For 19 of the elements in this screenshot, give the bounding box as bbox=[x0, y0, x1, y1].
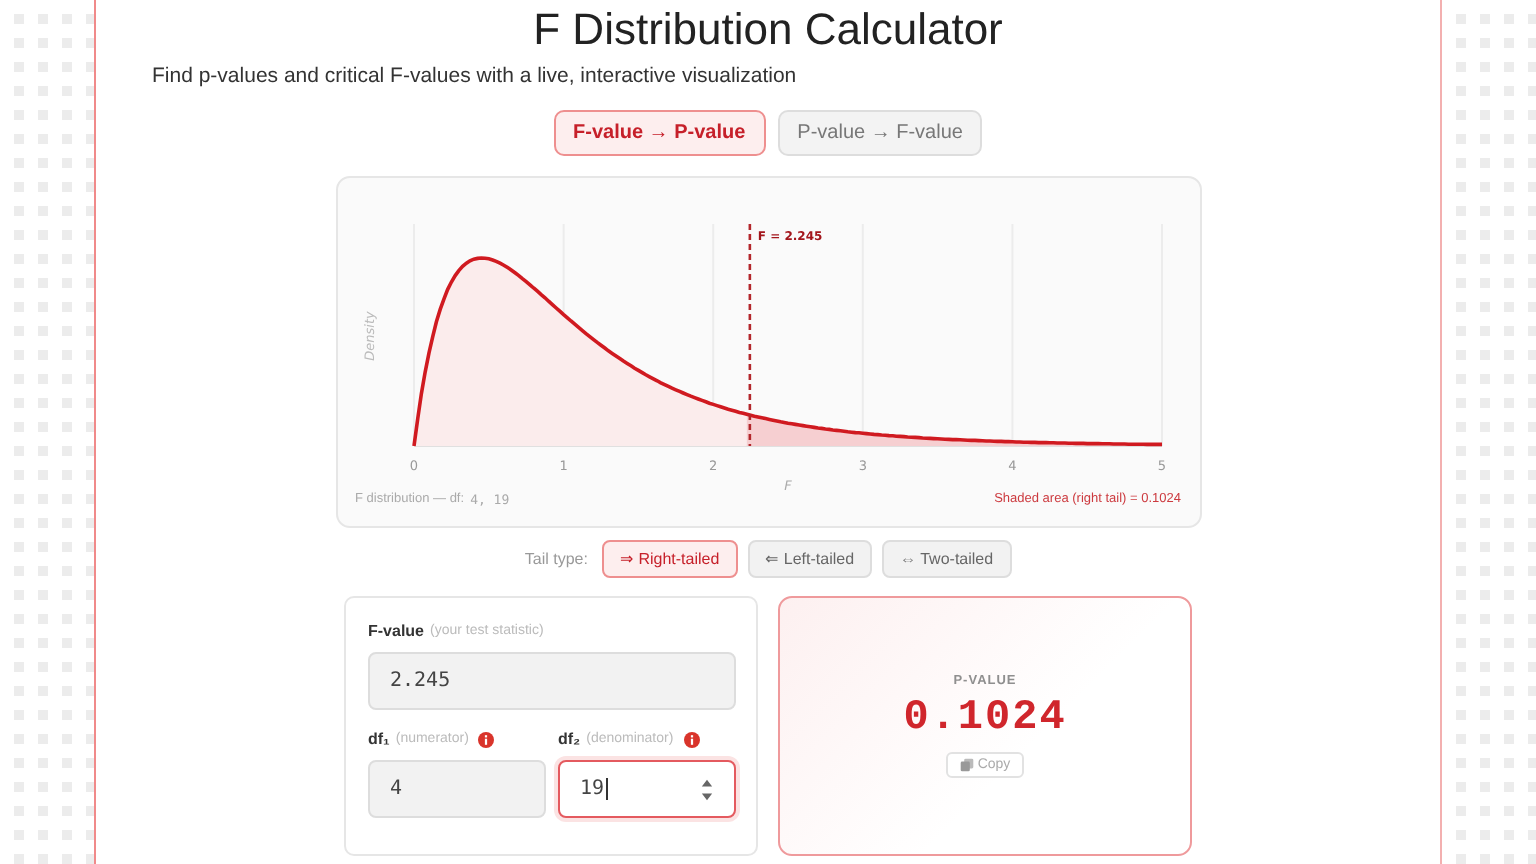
tail-type-label: Tail type: bbox=[524, 550, 588, 568]
df2-field[interactable]: 19 bbox=[558, 760, 736, 818]
tail-option[interactable]: ⇔ Two-tailed bbox=[882, 540, 1012, 578]
tail-option[interactable]: ⇐ Left-tailed bbox=[747, 540, 873, 578]
df2-label: df₂ bbox=[558, 730, 581, 748]
tail-option[interactable]: ⇒ Right-tailed bbox=[601, 540, 738, 578]
mode-tab[interactable]: F-value → P-value bbox=[553, 110, 766, 156]
copy-icon bbox=[959, 758, 974, 772]
f-value-field[interactable]: 2.245 bbox=[368, 652, 736, 710]
f-value-label: F-value bbox=[368, 622, 425, 640]
df1-label: df₁ bbox=[368, 730, 390, 748]
spinner-icon[interactable] bbox=[700, 777, 714, 801]
page-title: F Distribution Calculator bbox=[533, 4, 1003, 56]
mode-tab[interactable]: P-value → F-value bbox=[777, 110, 983, 156]
p-value: 0.1024 bbox=[903, 696, 1067, 742]
df1-field[interactable]: 4 bbox=[368, 760, 546, 818]
info-icon[interactable] bbox=[478, 731, 495, 747]
page-subtitle: Find p-values and critical F-values with a live, interactive visualization bbox=[152, 64, 797, 88]
info-icon[interactable] bbox=[683, 731, 700, 747]
